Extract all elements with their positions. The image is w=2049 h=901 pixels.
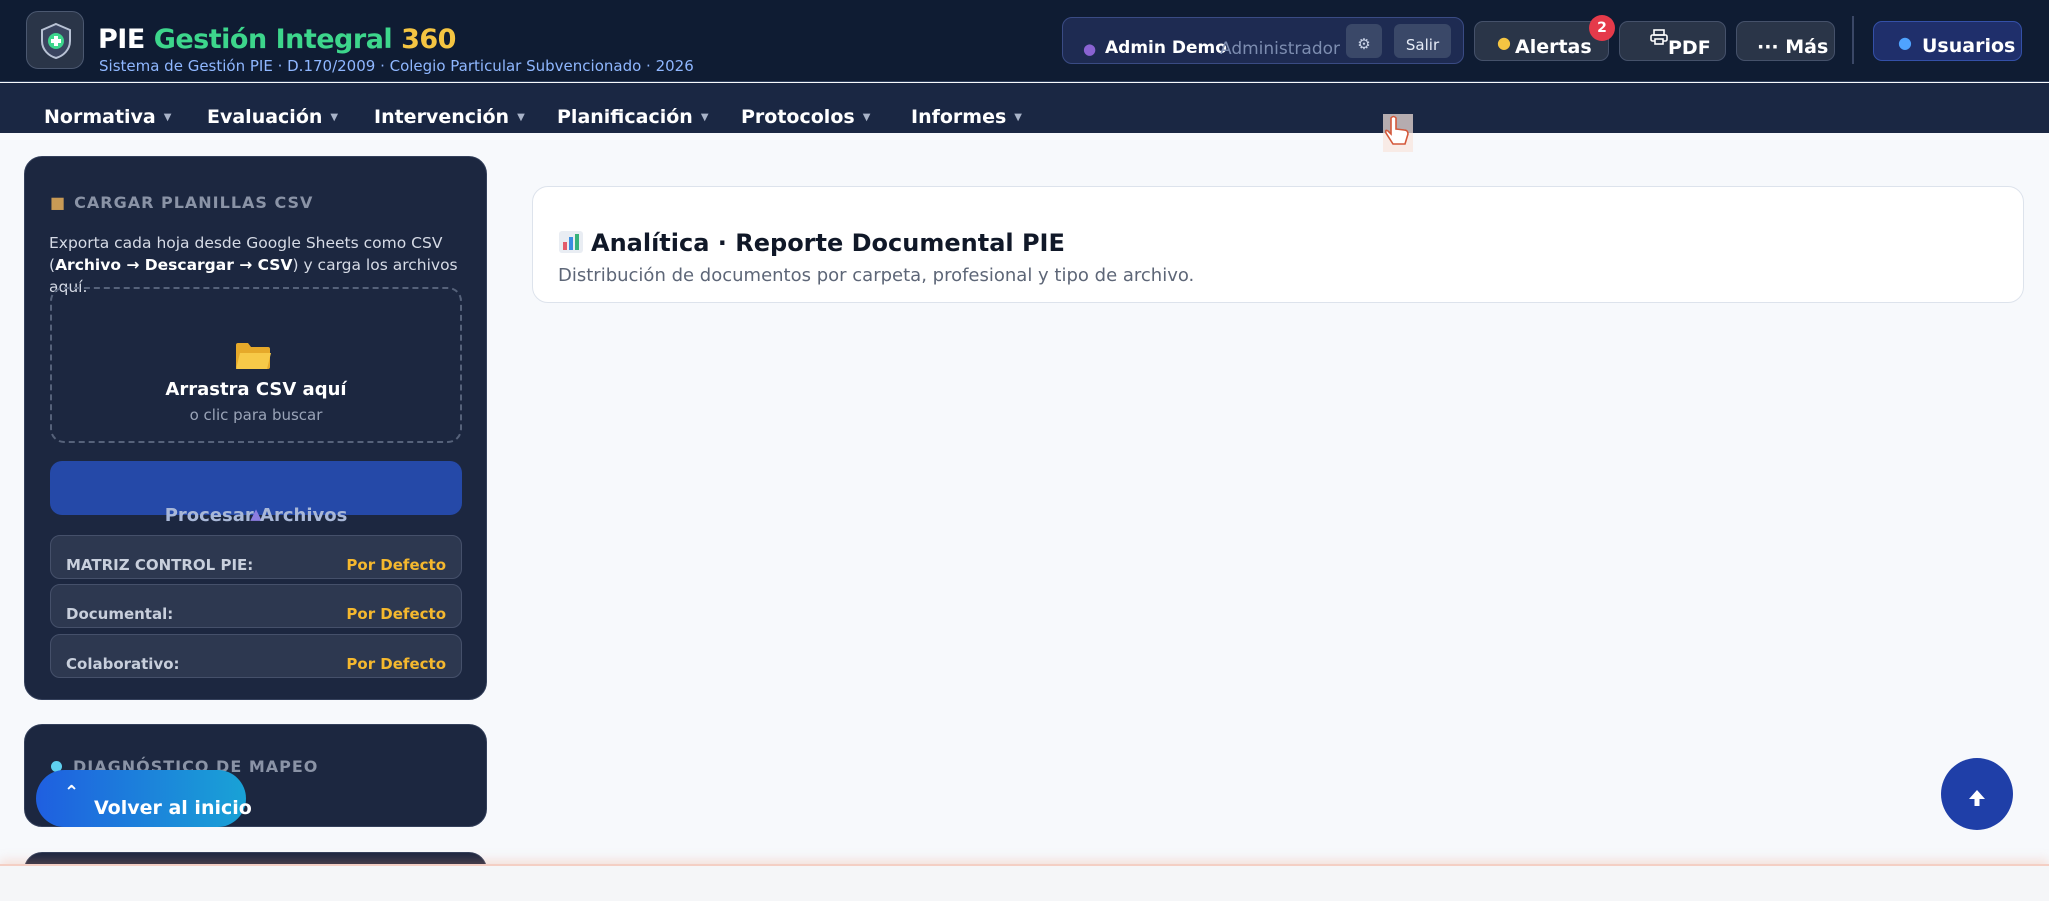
status-row-matriz: MATRIZ CONTROL PIE: Por Defecto xyxy=(50,535,462,579)
page-subtitle: Distribución de documentos por carpeta, … xyxy=(558,265,1195,286)
status-value: Por Defecto xyxy=(346,556,446,574)
more-label: ··· Más xyxy=(1757,36,1829,58)
process-label: Procesar Archivos xyxy=(164,505,348,526)
main-nav: Normativa ▼ Evaluación ▼ Intervención ▼ Pla… xyxy=(0,83,2049,133)
users-label: Usuarios xyxy=(1922,35,2016,57)
status-label: Documental: xyxy=(66,605,174,623)
nav-label: Informes xyxy=(911,106,1007,128)
users-button[interactable]: ● Usuarios xyxy=(1873,21,2022,61)
caret-down-icon: ▼ xyxy=(862,112,871,123)
process-files-button[interactable]: ▲ Procesar Archivos xyxy=(50,461,462,526)
bell-icon: ● xyxy=(1497,33,1511,52)
status-row-colaborativo: Colaborativo: Por Defecto xyxy=(50,634,462,678)
app-logo[interactable] xyxy=(26,11,84,69)
page-title: Analítica · Reporte Documental PIE xyxy=(559,229,1065,257)
alerts-count-badge: 2 xyxy=(1589,15,1615,41)
nav-label: Planificación xyxy=(557,106,693,128)
dropzone-subtitle: o clic para buscar xyxy=(189,406,323,424)
pdf-button[interactable]: PDF xyxy=(1619,21,1726,61)
caret-down-icon: ▼ xyxy=(517,112,525,123)
caret-down-icon: ▼ xyxy=(1014,112,1022,123)
status-value: Por Defecto xyxy=(346,605,446,623)
back-to-start-button[interactable]: ⌃ Volver al inicio xyxy=(36,770,252,827)
shield-user-icon: ● xyxy=(1898,33,1912,52)
nav-normativa[interactable]: Normativa ▼ xyxy=(44,106,171,128)
brand-360: 360 xyxy=(401,24,456,55)
arrow-up-icon xyxy=(1969,790,1985,806)
user-panel: ● Admin Demo Administrador ⚙ Salir xyxy=(1062,17,1464,64)
report-header-panel: Analítica · Reporte Documental PIE Distr… xyxy=(532,186,2024,303)
brand-gestion: Gestión Integral xyxy=(153,24,393,55)
open-folder-icon xyxy=(236,343,271,369)
shield-icon xyxy=(41,22,71,60)
user-role: Administrador xyxy=(1220,39,1341,59)
caret-down-icon: ▼ xyxy=(330,112,339,123)
pdf-label: PDF xyxy=(1668,37,1711,59)
gear-icon: ⚙ xyxy=(1357,35,1371,53)
brand-title: PIE Gestión Integral 360 xyxy=(98,24,456,55)
page-bottom-edge xyxy=(0,864,2049,901)
caret-down-icon: ▼ xyxy=(163,112,172,123)
bar-chart-icon xyxy=(559,231,583,253)
upload-title-text: CARGAR PLANILLAS CSV xyxy=(74,193,314,212)
status-row-documental: Documental: Por Defecto xyxy=(50,584,462,628)
status-label: Colaborativo: xyxy=(66,655,180,673)
scroll-top-button[interactable] xyxy=(1941,758,2013,830)
caret-down-icon: ▼ xyxy=(700,112,709,123)
user-icon: ● xyxy=(1083,40,1097,58)
user-name: Admin Demo xyxy=(1105,38,1227,58)
page-title-text: Analítica · Reporte Documental PIE xyxy=(591,229,1065,257)
more-button[interactable]: ··· Más xyxy=(1736,21,1835,61)
csv-upload-card: ■ CARGAR PLANILLAS CSV Exporta cada hoja … xyxy=(24,156,487,700)
chevron-up-icon: ⌃ xyxy=(64,782,80,803)
dropzone-title: Arrastra CSV aquí xyxy=(165,379,347,400)
nav-label: Normativa xyxy=(44,106,156,128)
upload-section-title: ■ CARGAR PLANILLAS CSV xyxy=(50,193,313,212)
settings-button[interactable]: ⚙ xyxy=(1346,24,1382,58)
hand-cursor-icon xyxy=(1383,114,1413,152)
status-value: Por Defecto xyxy=(346,655,446,673)
back-label: Volver al inicio xyxy=(94,797,252,819)
desc-path: Archivo → Descargar → CSV xyxy=(55,256,293,274)
top-header: PIE Gestión Integral 360 Sistema de Gest… xyxy=(0,0,2049,82)
nav-informes[interactable]: Informes ▼ xyxy=(911,106,1022,128)
logout-button[interactable]: Salir xyxy=(1394,24,1451,58)
header-divider xyxy=(1852,16,1854,64)
alerts-label: Alertas xyxy=(1515,36,1592,58)
printer-icon xyxy=(1650,29,1668,45)
nav-label: Evaluación xyxy=(207,106,323,128)
csv-dropzone[interactable]: Arrastra CSV aquí o clic para buscar xyxy=(50,287,462,443)
status-label: MATRIZ CONTROL PIE: xyxy=(66,556,254,574)
app-subtitle: Sistema de Gestión PIE · D.170/2009 · Co… xyxy=(99,57,694,75)
nav-protocolos[interactable]: Protocolos ▼ xyxy=(741,106,870,128)
nav-intervencion[interactable]: Intervención ▼ xyxy=(374,106,525,128)
nav-evaluacion[interactable]: Evaluación ▼ xyxy=(207,106,338,128)
folder-icon: ■ xyxy=(50,193,67,212)
nav-label: Intervención xyxy=(374,106,510,128)
nav-label: Protocolos xyxy=(741,106,855,128)
nav-planificacion[interactable]: Planificación ▼ xyxy=(557,106,709,128)
brand-pie: PIE xyxy=(98,24,145,55)
